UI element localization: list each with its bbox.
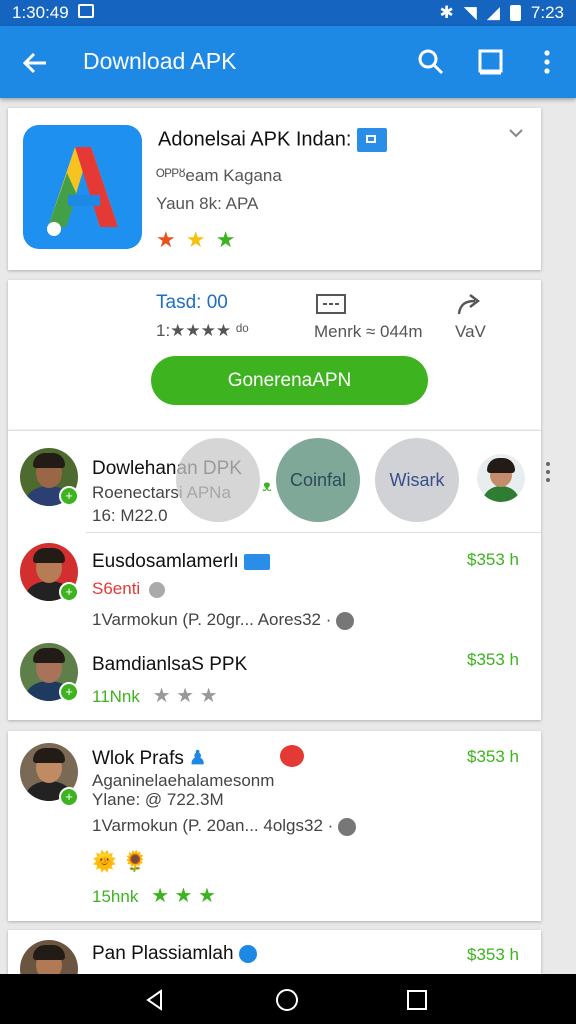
download-card: Tasd: 00 1:★★★★ ᵈᵒ Menrk ≈ 044m VaV Gone… — [8, 280, 541, 430]
review-title: BamdianlsaS PPK — [92, 654, 248, 675]
share-label[interactable]: VaV — [455, 322, 486, 342]
review-line-text: 1Varmokun (P. 20gr... Aores32 · — [92, 610, 332, 629]
verified-icon — [238, 944, 257, 963]
smile-icon: ᴥ — [262, 478, 272, 495]
bluetooth-icon: ✱ — [439, 3, 454, 22]
review-line-text: S6enti — [92, 579, 141, 598]
online-badge: + — [59, 682, 79, 702]
share-icon[interactable] — [455, 292, 483, 316]
cancel-button[interactable]: Coinfal — [276, 438, 360, 522]
wifi-icon: ◥ — [463, 3, 477, 22]
review-line: 1Varmokun (P. 20an... 4olgs32 · — [92, 816, 357, 836]
rating-stars: ★ ★ ★ — [152, 685, 218, 707]
price-label: $353 h — [467, 550, 519, 569]
rating-stars: ★ ★ ★ — [151, 885, 216, 907]
window-icon[interactable] — [477, 48, 505, 76]
review-title-text: Eusdosamlamerlı — [92, 551, 239, 572]
download-apk-button[interactable]: GonerenaAPN — [151, 356, 428, 405]
globe-icon — [338, 817, 357, 836]
star-icon: ★ — [156, 227, 178, 252]
avatar[interactable] — [20, 940, 78, 974]
status-bar: 1:30:49 ✱ ◥ ◢ 7:23 — [0, 0, 576, 26]
review-title-text: Wlok Prafs — [92, 748, 184, 769]
review-title-text: Pan Plassiamlah — [92, 943, 234, 964]
review-line: 16: M22.0 — [92, 506, 168, 525]
review-line: 1Varmokun (P. 20gr... Aores32 · — [92, 610, 355, 630]
nav-back-icon[interactable] — [144, 989, 166, 1011]
emoji-icon — [280, 745, 304, 767]
review-line: Aganinelaehalamesonm — [92, 771, 275, 790]
navigation-bar — [0, 974, 576, 1024]
gallery-notification-icon — [78, 4, 94, 18]
price-label: $353 h — [467, 747, 519, 766]
review-title: Eusdosamlamerlı — [92, 551, 271, 573]
review-list-1: + Dowlehanan DPK Roenectarsi APNa 16: M2… — [8, 430, 550, 720]
badge-icon — [244, 553, 271, 570]
review-line-text: 15hnk — [92, 887, 139, 906]
emoji-row: 🌞 🌻 — [92, 851, 148, 873]
review-line-text: 1Varmokun (P. 20an... 4olgs32 · — [92, 816, 334, 835]
nav-home-icon[interactable] — [275, 988, 299, 1012]
review-title: Pan Plassiamlah — [92, 943, 257, 965]
size-label: Tasd: 00 — [156, 292, 228, 313]
battery-icon — [509, 5, 521, 21]
app-version: Yaun 8k: APA — [156, 194, 259, 213]
app-logo — [23, 125, 142, 249]
verified-badge-icon — [357, 128, 388, 152]
online-badge: + — [59, 582, 79, 602]
review-line: 15hnk ★ ★ ★ — [92, 883, 216, 908]
app-name: Adonelsai APK Indan: — [158, 128, 352, 151]
pin-icon: ♟ — [189, 748, 207, 769]
review-list-3: Pan Plassiamlah $353 h — [8, 930, 541, 974]
star-icon: ★ — [215, 227, 238, 252]
star-icon: ★ — [185, 227, 208, 252]
app-bar: Download APK — [0, 26, 576, 98]
avatar[interactable] — [477, 454, 525, 502]
page-title: Download APK — [83, 48, 237, 74]
status-time-right: 7:23 — [530, 3, 564, 22]
online-badge: + — [59, 486, 79, 506]
info-icon — [148, 581, 165, 598]
review-line-text: 11Nnk — [92, 687, 140, 706]
wisark-button[interactable]: Wisark — [375, 438, 459, 522]
review-list-2: + Wlok Prafs ♟ Aganinelaehalamesonm Ylan… — [8, 731, 541, 921]
review-line: 11Nnk ★ ★ ★ — [92, 683, 218, 708]
overlay-circle[interactable] — [176, 438, 260, 522]
price-label: $353 h — [467, 945, 519, 964]
downloads-icon — [316, 294, 346, 314]
signal-icon: ◢ — [486, 3, 500, 22]
search-icon[interactable] — [417, 48, 445, 76]
app-info-card: Adonelsai APK Indan: ᴼᴾᴾᴽeam Kagana Yaun… — [8, 108, 541, 270]
more-vert-icon[interactable] — [533, 48, 561, 76]
review-title: Wlok Prafs ♟ — [92, 747, 206, 770]
nav-recents-icon[interactable] — [406, 989, 428, 1011]
review-line: Ylane: @ 722.3M — [92, 790, 224, 809]
price-label: $353 h — [467, 650, 519, 669]
more-vert-icon[interactable] — [540, 460, 556, 484]
review-line: S6enti — [92, 579, 165, 599]
downloads-count: Menrk ≈ 044m — [314, 322, 423, 341]
globe-icon — [336, 611, 355, 630]
status-time-left: 1:30:49 — [12, 3, 69, 22]
app-name-row: Adonelsai APK Indan: — [158, 128, 388, 152]
app-rating-stars: ★ ★ ★ — [156, 227, 237, 253]
rating-summary: 1:★★★★ ᵈᵒ — [156, 321, 249, 340]
chevron-down-icon[interactable] — [509, 126, 523, 140]
app-developer: ᴼᴾᴾᴽeam Kagana — [156, 166, 282, 185]
online-badge: + — [59, 787, 79, 807]
back-arrow-icon[interactable] — [20, 48, 50, 78]
